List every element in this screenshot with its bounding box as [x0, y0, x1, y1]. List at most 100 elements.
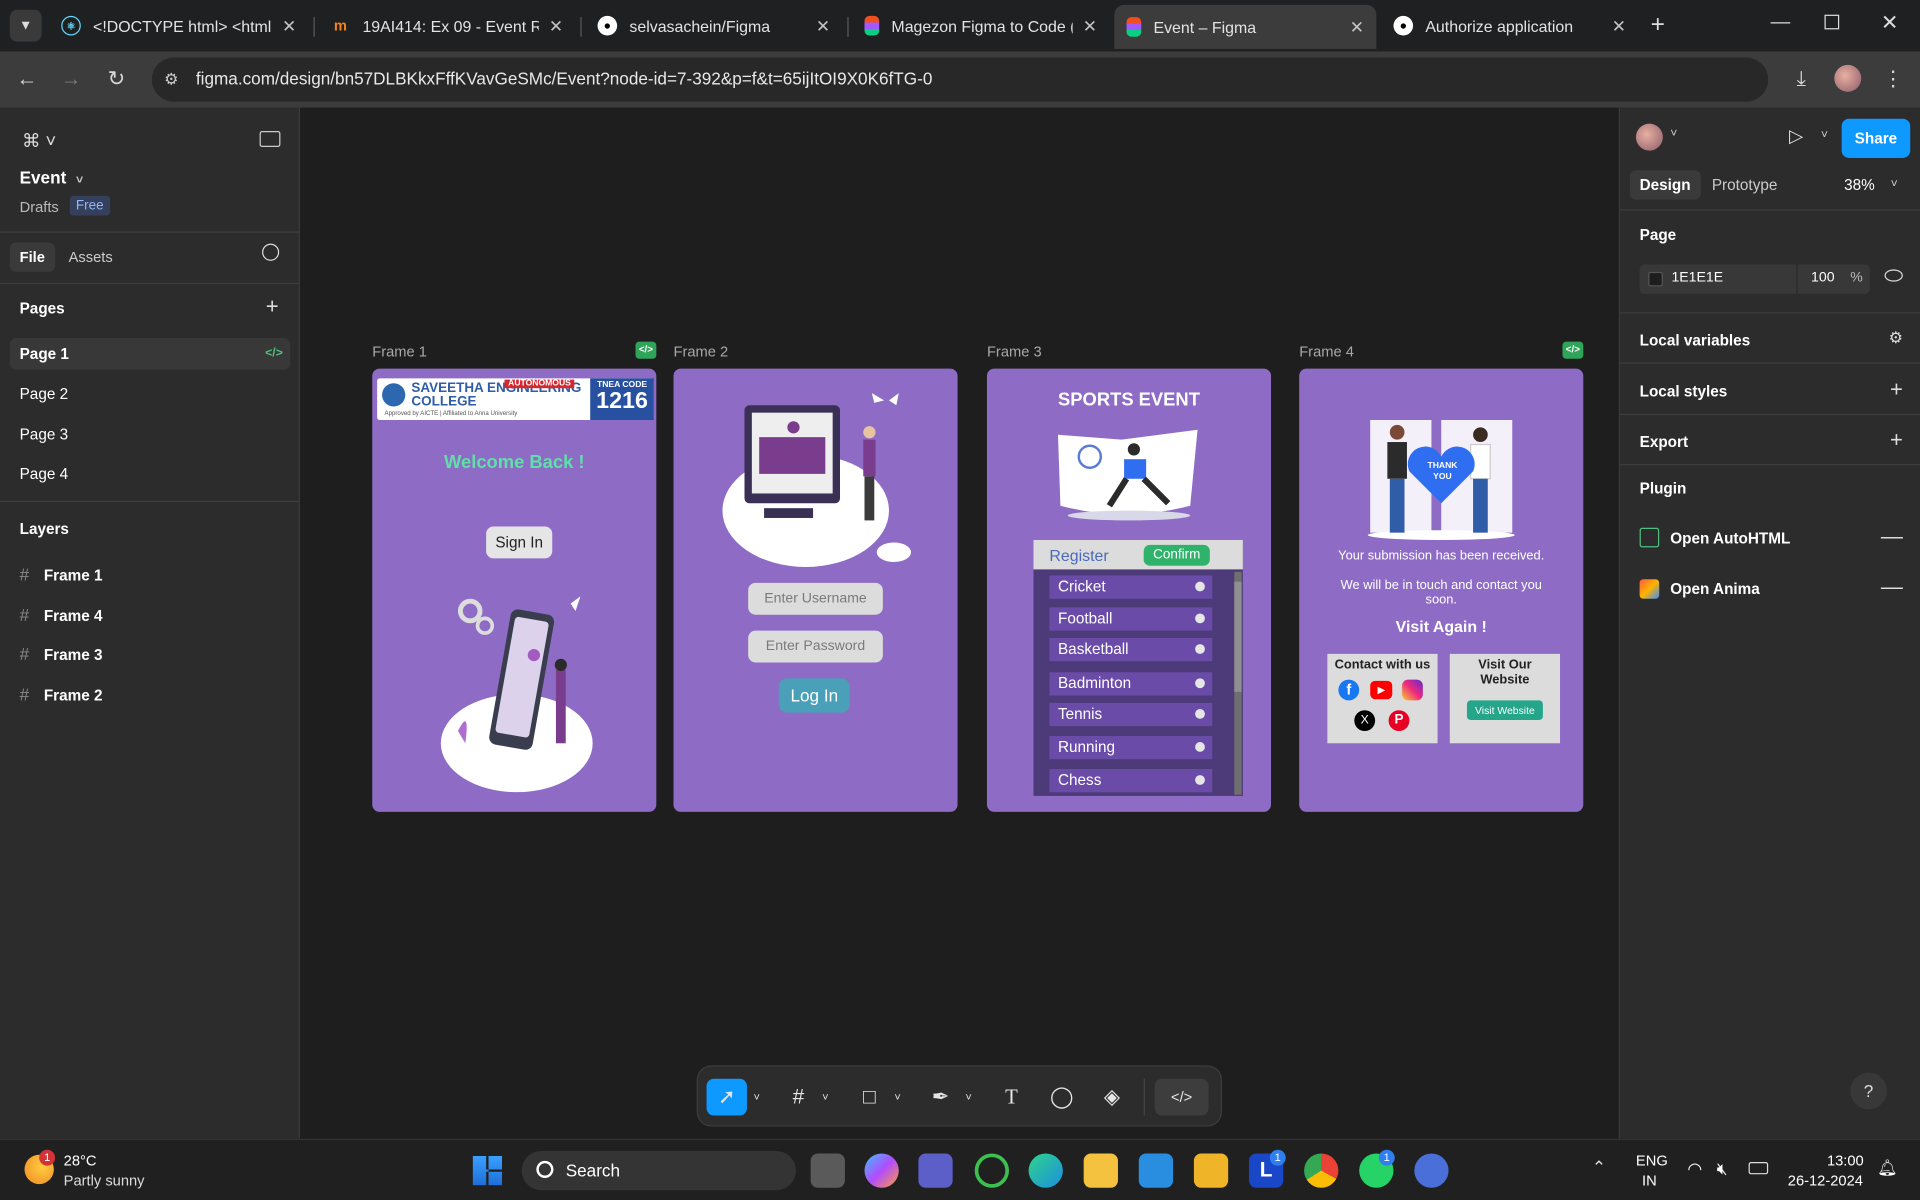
- clock-time[interactable]: 13:00: [1827, 1152, 1864, 1169]
- vscode-icon[interactable]: [1138, 1153, 1174, 1188]
- page-color-field[interactable]: 1E1E1E 100 %: [1639, 264, 1870, 294]
- store-icon[interactable]: [1193, 1153, 1229, 1188]
- dev-code-icon[interactable]: </>: [635, 341, 657, 359]
- frame-tool-icon[interactable]: #: [781, 1079, 815, 1116]
- chevron-down-icon[interactable]: ˅: [818, 1079, 833, 1116]
- tab-assets[interactable]: Assets: [69, 249, 113, 266]
- share-button[interactable]: Share: [1841, 118, 1911, 158]
- drafts-label[interactable]: Drafts: [20, 198, 59, 215]
- edge-icon[interactable]: [1028, 1153, 1063, 1188]
- instagram-icon[interactable]: [1402, 679, 1423, 701]
- page-item[interactable]: Page 4: [10, 458, 290, 490]
- browser-tab[interactable]: ⚛ <!DOCTYPE html> <html l ✕: [49, 7, 309, 44]
- teams-icon[interactable]: [918, 1153, 953, 1188]
- text-tool-icon[interactable]: T: [994, 1079, 1028, 1116]
- sport-option[interactable]: Chess: [1049, 768, 1213, 793]
- close-tab-icon[interactable]: ✕: [816, 15, 830, 36]
- sport-option[interactable]: Basketball: [1049, 637, 1213, 662]
- layer-item[interactable]: # Frame 1: [20, 564, 103, 584]
- facebook-icon[interactable]: f: [1338, 679, 1360, 701]
- radio-icon[interactable]: [1195, 678, 1205, 689]
- radio-icon[interactable]: [1195, 708, 1205, 719]
- task-view-icon[interactable]: [810, 1153, 845, 1188]
- anima-app-icon[interactable]: [1414, 1153, 1449, 1188]
- close-tab-icon[interactable]: ✕: [1083, 15, 1097, 36]
- browser-tab[interactable]: Magezon Figma to Code ( ✕: [852, 7, 1109, 44]
- chevron-down-icon[interactable]: ˅: [890, 1079, 905, 1116]
- back-icon[interactable]: ←: [15, 67, 39, 91]
- profile-avatar[interactable]: [1834, 64, 1862, 92]
- rectangle-tool-icon[interactable]: □: [852, 1079, 886, 1116]
- browser-tab[interactable]: m 19AI414: Ex 09 - Event Reg ✕: [318, 7, 575, 44]
- tab-file[interactable]: File: [9, 242, 55, 272]
- layer-item[interactable]: # Frame 2: [20, 684, 103, 704]
- sport-option[interactable]: Running: [1049, 735, 1213, 760]
- chevron-down-icon[interactable]: ˅: [1891, 178, 1898, 191]
- address-bar[interactable]: ⚙ figma.com/design/bn57DLBKkxFffKVavGeSM…: [151, 57, 1769, 102]
- color-swatch[interactable]: [1648, 271, 1663, 287]
- sign-in-button[interactable]: Sign In: [486, 526, 553, 559]
- search-icon[interactable]: [262, 243, 280, 261]
- reload-icon[interactable]: ↻: [104, 67, 128, 91]
- frame-label[interactable]: Frame 1: [372, 343, 427, 360]
- login-button[interactable]: Log In: [778, 678, 850, 713]
- actions-tool-icon[interactable]: ◈: [1095, 1079, 1129, 1116]
- battery-icon[interactable]: [1748, 1162, 1769, 1175]
- tab-search-button[interactable]: ▼: [9, 9, 42, 42]
- dev-code-icon[interactable]: </>: [1562, 341, 1584, 359]
- close-window-icon[interactable]: ✕: [1881, 11, 1898, 35]
- site-info-icon[interactable]: ⚙: [164, 70, 178, 90]
- sport-option[interactable]: Football: [1049, 607, 1213, 631]
- frame-2[interactable]: Enter Username Enter Password Log In: [673, 368, 958, 812]
- comment-tool-icon[interactable]: ◯: [1044, 1079, 1078, 1116]
- radio-icon[interactable]: [1195, 742, 1205, 752]
- tray-chevron-icon[interactable]: ⌃: [1592, 1157, 1606, 1178]
- clock-date[interactable]: 26-12-2024: [1788, 1172, 1863, 1189]
- layer-item[interactable]: # Frame 3: [20, 644, 103, 664]
- copilot-icon[interactable]: [864, 1153, 899, 1188]
- scrollbar[interactable]: [1234, 571, 1242, 795]
- radio-icon[interactable]: [1195, 644, 1205, 654]
- frame-3[interactable]: SPORTS EVENT Register Confirm Cricket Fo…: [986, 368, 1272, 812]
- pinterest-icon[interactable]: P: [1388, 710, 1410, 732]
- frame-label[interactable]: Frame 4: [1299, 343, 1354, 360]
- volume-muted-icon[interactable]: 🔇︎: [1717, 1158, 1728, 1179]
- present-play-icon[interactable]: ▷: [1789, 125, 1803, 147]
- dev-mode-toggle[interactable]: </>: [1154, 1078, 1209, 1116]
- language-region[interactable]: IN: [1642, 1172, 1657, 1189]
- password-input[interactable]: Enter Password: [748, 630, 883, 663]
- frame-1[interactable]: SAVEETHA ENGINEERING COLLEGE AUTONOMOUS …: [372, 368, 657, 812]
- visibility-eye-icon[interactable]: [1884, 269, 1903, 282]
- layer-item[interactable]: # Frame 4: [20, 605, 103, 625]
- username-input[interactable]: Enter Username: [748, 582, 883, 615]
- browser-tab[interactable]: ● selvasachein/Figma ✕: [585, 7, 842, 44]
- visit-website-button[interactable]: Visit Website: [1466, 700, 1543, 721]
- tab-prototype[interactable]: Prototype: [1712, 176, 1778, 193]
- close-tab-icon[interactable]: ✕: [1350, 17, 1364, 38]
- user-avatar[interactable]: [1635, 123, 1663, 151]
- figma-menu-icon[interactable]: ⌘ ˅: [22, 130, 56, 152]
- language-code[interactable]: ENG: [1636, 1152, 1668, 1169]
- zoom-level[interactable]: 38%: [1844, 176, 1875, 193]
- chevron-down-icon[interactable]: ˅: [749, 1079, 764, 1116]
- confirm-button[interactable]: Confirm: [1143, 544, 1210, 566]
- youtube-icon[interactable]: ▶: [1370, 680, 1393, 700]
- radio-icon[interactable]: [1195, 775, 1205, 785]
- restore-icon[interactable]: [1824, 14, 1840, 30]
- page-item[interactable]: Page 2: [10, 378, 290, 410]
- chevron-down-icon[interactable]: ˅: [961, 1079, 976, 1116]
- file-explorer-icon[interactable]: [1083, 1153, 1118, 1188]
- forward-icon[interactable]: →: [59, 67, 83, 91]
- sport-option[interactable]: Badminton: [1049, 672, 1213, 696]
- x-twitter-icon[interactable]: X: [1354, 710, 1376, 732]
- sport-option[interactable]: Cricket: [1049, 575, 1213, 599]
- page-opacity-value[interactable]: 100: [1811, 271, 1834, 286]
- weather-text[interactable]: Partly sunny: [64, 1172, 145, 1189]
- pen-tool-icon[interactable]: ✒: [923, 1079, 957, 1116]
- add-page-icon[interactable]: +: [266, 294, 279, 320]
- taskbar-search[interactable]: Search: [521, 1151, 796, 1191]
- chevron-down-icon[interactable]: ˅: [1821, 129, 1828, 142]
- page-color-value[interactable]: 1E1E1E: [1671, 271, 1723, 286]
- plugin-item[interactable]: Open AutoHTML: [1670, 530, 1790, 547]
- local-styles-label[interactable]: Local styles: [1640, 383, 1728, 400]
